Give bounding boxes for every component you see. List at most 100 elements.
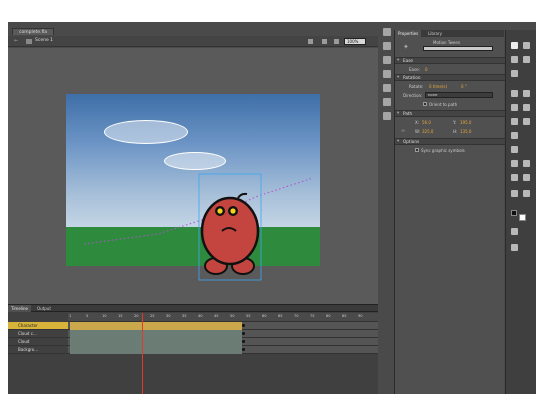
eyedropper-tool-icon[interactable] — [511, 174, 518, 181]
layer-name: Cloud — [18, 339, 30, 344]
eraser-tool-icon[interactable] — [523, 174, 530, 181]
components-icon[interactable] — [383, 112, 391, 120]
align-icon[interactable] — [383, 56, 391, 64]
color-icon[interactable] — [383, 70, 391, 78]
stage-area — [8, 48, 378, 304]
path-h-value[interactable]: 135.0 — [460, 129, 471, 134]
motion-path[interactable] — [83, 177, 314, 245]
zoom-select[interactable]: 100% — [344, 38, 366, 45]
path-w-value[interactable]: 325.0 — [422, 129, 433, 134]
document-tab[interactable]: complete.fla — [12, 28, 55, 35]
pencil-tool-icon[interactable] — [511, 118, 518, 125]
frames-grid[interactable] — [68, 322, 378, 354]
zoom-tool-icon[interactable] — [383, 28, 391, 36]
layer-row-character[interactable]: Character — [8, 322, 68, 330]
timeline-ruler[interactable]: 1 5 10 15 20 25 30 35 40 45 50 55 60 65 70 75 80 85 90 — [68, 313, 378, 322]
playhead[interactable] — [142, 313, 143, 394]
tools-panel — [505, 30, 536, 394]
lock-proportions-icon[interactable]: ∞ — [401, 128, 405, 134]
ease-section-header[interactable]: Ease — [395, 57, 505, 64]
keyframe-marker[interactable] — [242, 348, 245, 351]
stroke-color-icon[interactable] — [511, 210, 517, 216]
selection-tool-icon[interactable] — [511, 42, 518, 49]
subselection-tool-icon[interactable] — [523, 42, 530, 49]
frame-row[interactable] — [68, 338, 378, 346]
ruler-tick: 40 — [198, 314, 203, 318]
edit-symbols-icon[interactable] — [308, 39, 313, 44]
layer-name: Backgro... — [18, 347, 38, 352]
instance-name-field[interactable] — [423, 46, 493, 51]
brush-tool-icon[interactable] — [523, 118, 530, 125]
ease-value[interactable]: 0 — [425, 67, 428, 72]
tween-symbol-icon: ✦ — [403, 43, 409, 51]
ruler-tick: 1 — [69, 314, 72, 318]
center-stage-icon[interactable] — [334, 39, 339, 44]
stage-overlay — [83, 173, 314, 281]
path-y-label: Y: — [453, 120, 457, 125]
rotate-times-value[interactable]: 0 time(s) — [429, 84, 447, 89]
layer-row-cloud-c[interactable]: Cloud c... — [8, 330, 68, 338]
transform-icon[interactable] — [383, 98, 391, 106]
fill-color-icon[interactable] — [519, 214, 526, 221]
timeline-tabs: Timeline Output — [8, 305, 378, 312]
line-tool-icon[interactable] — [511, 104, 518, 111]
ruler-tick: 10 — [102, 314, 107, 318]
tab-timeline[interactable]: Timeline — [8, 305, 32, 312]
swatches-icon[interactable] — [383, 42, 391, 50]
sync-graphic-checkbox[interactable] — [415, 148, 419, 152]
frame-row[interactable] — [68, 322, 378, 330]
ruler-tick: 90 — [358, 314, 363, 318]
rotation-section-header[interactable]: Rotation — [395, 74, 505, 81]
layer-row-cloud[interactable]: Cloud — [8, 338, 68, 346]
lasso-tool-icon[interactable] — [511, 70, 518, 77]
ink-bottle-tool-icon[interactable] — [523, 160, 530, 167]
flash-app-window: complete.fla ← Scene 1 100% Timeline Out… — [8, 22, 536, 394]
path-y-value[interactable]: 195.0 — [460, 120, 471, 125]
pen-tool-icon[interactable] — [511, 90, 518, 97]
tab-output[interactable]: Output — [34, 305, 54, 312]
keyframe-marker[interactable] — [242, 332, 245, 335]
options-section-header[interactable]: Options — [395, 138, 505, 145]
frame-row[interactable] — [68, 346, 378, 354]
motion-tween-span[interactable] — [70, 322, 242, 330]
frame-span[interactable] — [70, 338, 242, 346]
scene-icon — [26, 39, 32, 44]
snap-to-objects-icon[interactable] — [511, 244, 518, 251]
character-sprite[interactable] — [200, 192, 260, 275]
ease-label: Ease: — [409, 67, 420, 72]
paint-bucket-tool-icon[interactable] — [511, 160, 518, 167]
keyframe-marker[interactable] — [242, 324, 245, 327]
tab-library[interactable]: Library — [425, 30, 445, 37]
edit-scene-icon[interactable] — [322, 39, 327, 44]
ruler-tick: 55 — [246, 314, 251, 318]
path-section-header[interactable]: Path — [395, 110, 505, 117]
ruler-tick: 5 — [86, 314, 89, 318]
text-tool-icon[interactable] — [523, 90, 530, 97]
hand-tool-icon[interactable] — [511, 190, 518, 197]
rotate-degrees-value[interactable]: 0 ° — [461, 84, 467, 89]
3d-rotation-tool-icon[interactable] — [523, 56, 530, 63]
instance-type-label: Motion Tween — [433, 40, 461, 45]
bone-tool-icon[interactable] — [511, 146, 518, 153]
back-arrow-icon[interactable]: ← — [14, 38, 18, 44]
keyframe-marker[interactable] — [242, 340, 245, 343]
ruler-tick: 85 — [342, 314, 347, 318]
info-icon[interactable] — [383, 84, 391, 92]
ruler-tick: 20 — [134, 314, 139, 318]
frame-span[interactable] — [70, 330, 242, 338]
layer-row-background[interactable]: Backgro... — [8, 346, 68, 354]
frame-row[interactable] — [68, 330, 378, 338]
deco-tool-icon[interactable] — [511, 132, 518, 139]
rectangle-tool-icon[interactable] — [523, 104, 530, 111]
frame-span[interactable] — [70, 346, 242, 354]
path-x-value[interactable]: 56.0 — [422, 120, 431, 125]
zoom-tool-icon[interactable] — [523, 190, 530, 197]
properties-panel: Properties Library ✦ Motion Tween Ease E… — [394, 30, 505, 394]
ruler-tick: 75 — [310, 314, 315, 318]
tab-properties[interactable]: Properties — [395, 30, 422, 37]
direction-select[interactable]: none — [425, 92, 493, 98]
free-transform-tool-icon[interactable] — [511, 56, 518, 63]
orient-to-path-checkbox[interactable] — [423, 102, 427, 106]
swap-colors-icon[interactable] — [511, 228, 518, 235]
path-w-label: W: — [415, 129, 421, 134]
